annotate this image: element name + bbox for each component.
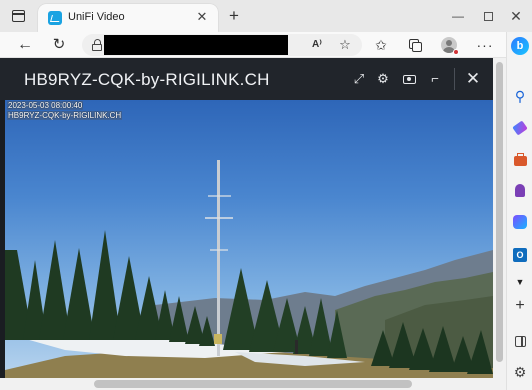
camera-scene xyxy=(5,160,493,378)
osd-timestamp: 2023-05-03 08:00:40 xyxy=(7,101,84,110)
camera-title: HB9RYZ-CQK-by-RIGILINK.CH xyxy=(24,70,270,89)
vertical-scroll-thumb[interactable] xyxy=(496,62,503,362)
sidebar-drop-button[interactable]: ▼ xyxy=(510,272,530,292)
favorites-button[interactable]: ✩ xyxy=(370,34,392,56)
expand-icon[interactable]: ⤢ xyxy=(350,70,368,88)
sidebar-games-button[interactable] xyxy=(510,180,530,200)
tab-close-icon[interactable]: ✕ xyxy=(194,9,210,25)
maximize-icon xyxy=(483,12,493,22)
collections-button[interactable] xyxy=(404,34,426,56)
bing-chat-button[interactable]: b xyxy=(510,35,530,55)
reload-button[interactable]: ↻ xyxy=(48,34,70,56)
camera-feed[interactable]: 2023-05-03 08:00:40 HB9RYZ-CQK-by-RIGILI… xyxy=(5,100,493,378)
profile-button[interactable] xyxy=(438,34,460,56)
page-horizontal-scrollbar[interactable] xyxy=(0,378,493,390)
shopping-tag-icon xyxy=(512,120,528,136)
m365-icon xyxy=(513,215,527,229)
sidebar-tools-button[interactable] xyxy=(510,150,530,170)
sidebar-shopping-button[interactable] xyxy=(510,118,530,138)
camera-settings-icon[interactable]: ⚙ xyxy=(374,70,392,88)
lock-icon[interactable] xyxy=(92,39,102,51)
bing-icon: b xyxy=(511,37,529,55)
toolbox-icon xyxy=(513,153,527,166)
sidebar-customize-button[interactable]: + xyxy=(510,296,530,316)
profile-alert-badge xyxy=(453,49,459,55)
cctv-camera-icon[interactable]: ⌐ xyxy=(426,70,444,88)
sidebar-split-button[interactable] xyxy=(510,332,530,352)
split-screen-icon xyxy=(514,336,526,347)
horizontal-scroll-thumb[interactable] xyxy=(94,380,412,388)
tab-actions-icon[interactable] xyxy=(10,8,26,24)
snapshot-icon[interactable] xyxy=(400,70,418,88)
page-vertical-scrollbar[interactable] xyxy=(493,58,506,390)
osd-camera-name: HB9RYZ-CQK-by-RIGILINK.CH xyxy=(7,111,123,120)
add-favorite-icon[interactable]: ☆ xyxy=(336,36,354,54)
minimize-button[interactable]: — xyxy=(448,6,468,26)
left-tree-line xyxy=(5,230,215,346)
tab-unifi-video[interactable]: UniFi Video ✕ xyxy=(38,4,218,32)
outlook-icon: O xyxy=(513,248,527,262)
mast-cabinet xyxy=(214,334,222,344)
navigation-bar: ← ↻ A⁾ ☆ ✩ ··· xyxy=(0,32,532,58)
tab-title: UniFi Video xyxy=(68,11,125,23)
back-button[interactable]: ← xyxy=(14,34,36,56)
antenna-mast xyxy=(217,160,220,356)
viewer-header: HB9RYZ-CQK-by-RIGILINK.CH ⤢ ⚙ ⌐ ✕ xyxy=(0,58,493,100)
sidebar-settings-button[interactable]: ⚙ xyxy=(510,362,530,382)
header-divider xyxy=(454,68,455,90)
unifi-favicon-icon xyxy=(48,11,62,25)
sidebar-outlook-button[interactable]: O xyxy=(510,244,530,264)
more-menu-button[interactable]: ··· xyxy=(474,34,496,56)
fence-post xyxy=(295,340,298,354)
address-bar[interactable]: A⁾ ☆ xyxy=(82,34,362,56)
sidebar-m365-button[interactable] xyxy=(510,212,530,232)
new-tab-button[interactable]: + xyxy=(224,6,244,26)
edge-sidebar: b ⚲ O ▼ + ⚙ xyxy=(506,32,532,390)
redacted-url xyxy=(104,35,288,55)
read-aloud-icon[interactable]: A⁾ xyxy=(308,36,326,54)
maximize-button[interactable] xyxy=(478,6,498,26)
page-content: HB9RYZ-CQK-by-RIGILINK.CH ⤢ ⚙ ⌐ ✕ 2023-0… xyxy=(0,58,506,390)
close-viewer-icon[interactable]: ✕ xyxy=(464,70,482,88)
sidebar-search-button[interactable]: ⚲ xyxy=(510,86,530,106)
chess-piece-icon xyxy=(515,184,525,197)
tab-strip: UniFi Video ✕ + — ✕ xyxy=(0,0,532,32)
close-window-button[interactable]: ✕ xyxy=(506,6,526,26)
browser-window: UniFi Video ✕ + — ✕ ← ↻ A⁾ ☆ ✩ ··· b ⚲ O… xyxy=(0,0,532,390)
